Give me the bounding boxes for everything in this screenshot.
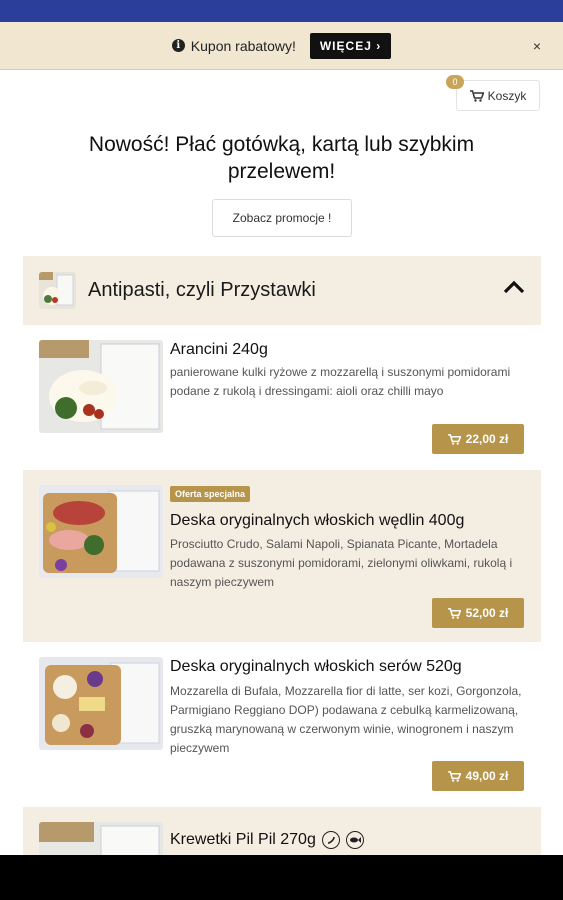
close-icon[interactable]: × (533, 38, 541, 54)
item-title: Krewetki Pil Pil 270g (170, 831, 316, 848)
cart-label: Koszyk (487, 88, 527, 103)
status-bar (0, 0, 563, 22)
coupon-text: Kupon rabatowy! (190, 37, 296, 54)
category-image (39, 272, 76, 309)
coupon-more-button[interactable]: WIĘCEJ › (309, 32, 392, 59)
list-item[interactable]: Krewetki Pil Pil 270g (23, 807, 541, 855)
page-headline: Nowość! Płać gotówką, kartą lub szybkim … (88, 133, 475, 183)
price: 49,00 zł (465, 769, 509, 783)
coupon-bar: i Kupon rabatowy! WIĘCEJ › × (0, 22, 563, 70)
item-image (39, 340, 163, 433)
item-image (39, 485, 163, 578)
item-description: panierowane kulki ryżowe z mozzarellą i … (170, 365, 511, 398)
item-title: Deska oryginalnych włoskich wędlin 400g (170, 512, 465, 529)
add-to-cart-button[interactable]: 52,00 zł (432, 598, 524, 628)
add-to-cart-button[interactable]: 49,00 zł (432, 761, 524, 791)
item-title: Arancini 240g (170, 341, 268, 358)
see-promotions-button[interactable]: Zobacz promocje ! (212, 199, 352, 237)
add-to-cart-button[interactable]: 22,00 zł (432, 424, 524, 454)
item-description: Prosciutto Crudo, Salami Napoli, Spianat… (170, 537, 513, 589)
info-icon: i (171, 39, 185, 52)
navigation-bar (0, 855, 563, 900)
item-image (39, 657, 163, 750)
cart-count-badge: 0 (446, 75, 464, 89)
chili-icon (321, 831, 340, 849)
item-title-row: Krewetki Pil Pil 270g (170, 831, 364, 849)
list-item[interactable]: Oferta specjalna Deska oryginalnych włos… (23, 470, 541, 642)
cart-icon (447, 433, 461, 445)
item-description: Mozzarella di Bufala, Mozzarella fior di… (170, 684, 522, 755)
price: 52,00 zł (465, 606, 509, 620)
chevron-up-icon[interactable] (503, 280, 525, 294)
list-item[interactable]: Deska oryginalnych włoskich serów 520g M… (23, 642, 541, 807)
list-item[interactable]: Arancini 240g panierowane kulki ryżowe z… (23, 325, 541, 470)
special-offer-badge: Oferta specjalna (170, 486, 251, 502)
cart-icon (469, 89, 484, 102)
price: 22,00 zł (465, 432, 509, 446)
cart-button[interactable]: Koszyk (456, 80, 540, 111)
fish-icon (345, 831, 364, 849)
cart-icon (447, 607, 461, 619)
category-header-antipasti[interactable]: Antipasti, czyli Przystawki (23, 256, 541, 325)
item-image (39, 822, 163, 855)
cart-icon (447, 770, 461, 782)
category-title: Antipasti, czyli Przystawki (88, 279, 316, 301)
item-title: Deska oryginalnych włoskich serów 520g (170, 658, 462, 675)
